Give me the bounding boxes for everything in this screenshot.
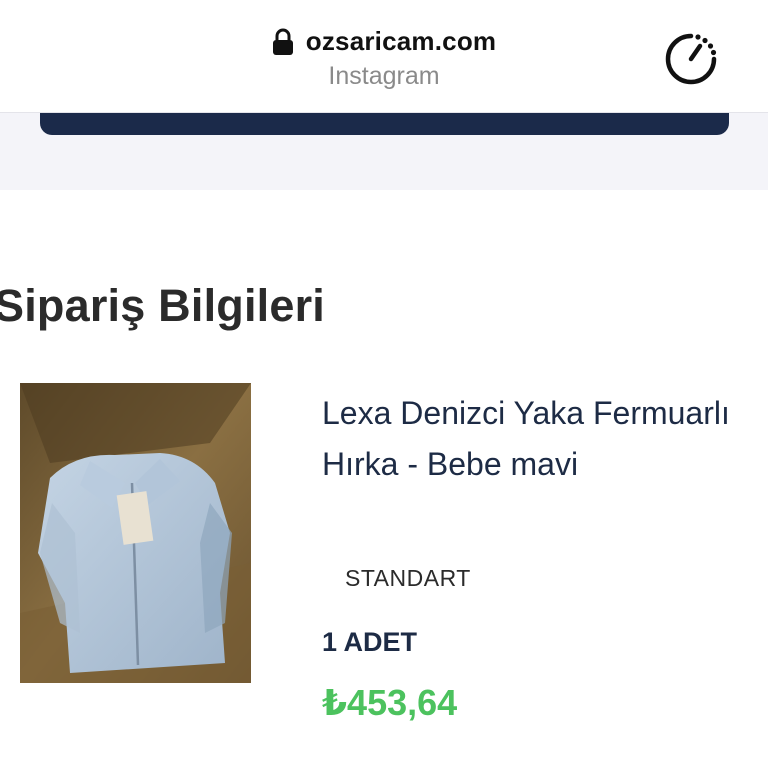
product-name[interactable]: Lexa Denizci Yaka Fermuarlı Hırka - Bebe…: [322, 388, 742, 490]
primary-button[interactable]: [40, 113, 729, 135]
address-bar[interactable]: ozsaricam.com: [0, 26, 768, 57]
timer-icon[interactable]: [662, 30, 720, 88]
browser-top-bar: ozsaricam.com Instagram: [0, 0, 768, 113]
section-title: Sipariş Bilgileri: [0, 280, 326, 331]
product-price: ₺453,64: [322, 682, 458, 723]
url-text[interactable]: ozsaricam.com: [306, 26, 496, 57]
lock-icon: [272, 28, 293, 55]
browser-subtitle: Instagram: [328, 62, 440, 90]
product-variant: STANDART: [345, 565, 471, 591]
page-strip: [0, 113, 768, 190]
product-image: [20, 383, 251, 683]
product-quantity: 1 ADET: [322, 627, 418, 657]
